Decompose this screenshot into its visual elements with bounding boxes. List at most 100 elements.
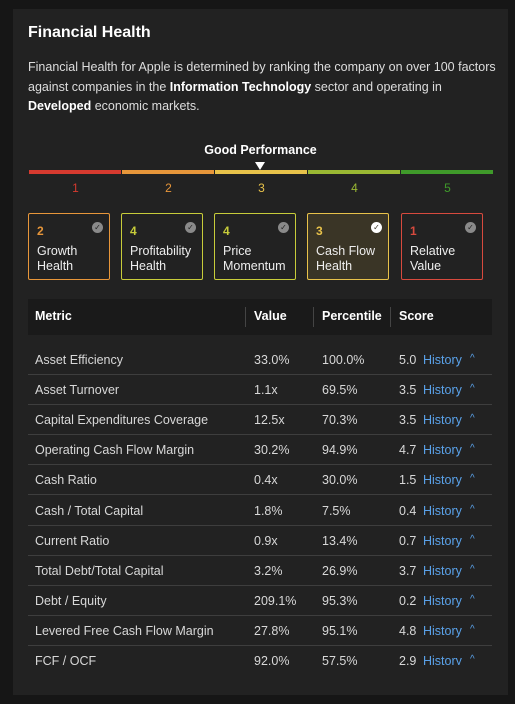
card-score: 4 [130,224,137,238]
metric-score: 3.5 [399,383,417,398]
metric-value: 30.2% [254,443,290,458]
metric-score: 3.5 [399,413,417,428]
metric-value: 0.4x [254,473,278,488]
header-score: Score [399,309,434,323]
performance-label: Good Performance [204,143,317,157]
metric-percentile: 70.3% [322,413,358,428]
chevron-up-icon[interactable]: ^ [470,504,475,515]
metric-value: 1.8% [254,503,283,518]
performance-marker-icon [255,162,265,170]
category-card[interactable]: 3 Cash Flow Health ✓ [307,213,389,280]
category-card[interactable]: 4 Profitability Health ✓ [121,213,203,280]
metric-value: 92.0% [254,654,290,665]
panel-title: Financial Health [28,24,151,41]
chevron-up-icon[interactable]: ^ [470,443,475,454]
history-link[interactable]: History [423,353,462,367]
performance-scale [29,170,494,174]
chevron-up-icon[interactable]: ^ [470,383,475,394]
metric-name: Asset Efficiency [35,353,124,367]
card-label: Growth Health [37,244,78,273]
chevron-up-icon[interactable]: ^ [470,353,475,364]
description: Financial Health for Apple is determined… [28,58,498,117]
metric-value: 27.8% [254,623,290,638]
metric-percentile: 94.9% [322,443,358,458]
history-link[interactable]: History [423,473,462,487]
history-link[interactable]: History [423,594,462,608]
chevron-up-icon[interactable]: ^ [470,654,475,665]
metric-name: Debt / Equity [35,593,107,608]
chevron-up-icon[interactable]: ^ [470,534,475,545]
card-score: 2 [37,224,44,238]
metric-value: 209.1% [254,593,297,608]
metric-name: Levered Free Cash Flow Margin [35,623,214,638]
financial-health-panel: Financial Health Financial Health for Ap… [13,9,508,695]
history-link[interactable]: History [423,413,462,427]
metric-percentile: 95.1% [322,623,358,638]
metric-percentile: 57.5% [322,654,358,665]
history-link[interactable]: History [423,534,462,548]
metric-score: 3.7 [399,563,417,578]
table-header: Metric Value Percentile Score [28,299,492,335]
check-icon[interactable]: ✓ [465,222,476,233]
metric-value: 33.0% [254,353,290,367]
chevron-up-icon[interactable]: ^ [470,624,475,635]
scale-segment-2 [122,170,214,174]
table-row: Operating Cash Flow Margin 30.2% 94.9% 4.7 H… [28,435,492,466]
scale-segment-4 [308,170,400,174]
table-row: Levered Free Cash Flow Margin 27.8% 95.1% 4… [28,616,492,646]
metric-name: FCF / OCF [35,654,97,665]
metric-value: 0.9x [254,533,278,548]
table-row: FCF / OCF 92.0% 57.5% 2.9 History ^ [28,646,492,665]
metric-percentile: 7.5% [322,503,351,518]
chevron-up-icon[interactable]: ^ [470,594,475,605]
metric-name: Current Ratio [35,533,110,548]
metric-score: 0.7 [399,533,417,548]
header-divider [390,307,391,327]
check-icon[interactable]: ✓ [185,222,196,233]
metric-name: Total Debt/Total Capital [35,563,164,578]
card-label: Cash Flow Health [316,244,376,273]
header-value: Value [254,309,287,323]
history-link[interactable]: History [423,624,462,638]
scale-segment-5 [401,170,493,174]
scale-number-5: 5 [444,181,451,195]
metric-percentile: 69.5% [322,383,358,398]
category-card[interactable]: 1 Relative Value ✓ [401,213,483,280]
check-icon[interactable]: ✓ [278,222,289,233]
check-icon[interactable]: ✓ [92,222,103,233]
card-label: Price Momentum [223,244,286,273]
card-score: 1 [410,224,417,238]
header-metric: Metric [35,309,72,323]
metric-score: 1.5 [399,473,417,488]
metric-percentile: 95.3% [322,593,358,608]
metric-percentile: 13.4% [322,533,358,548]
description-text-3: economic markets. [91,99,200,113]
table-row: Debt / Equity 209.1% 95.3% 0.2 History ^ [28,586,492,616]
metric-value: 12.5x [254,413,285,428]
category-card[interactable]: 4 Price Momentum ✓ [214,213,296,280]
metric-percentile: 30.0% [322,473,358,488]
metric-value: 3.2% [254,563,283,578]
history-link[interactable]: History [423,504,462,518]
history-link[interactable]: History [423,654,462,665]
category-card[interactable]: 2 Growth Health ✓ [28,213,110,280]
metric-name: Cash / Total Capital [35,503,144,518]
table-row: Cash / Total Capital 1.8% 7.5% 0.4 History ^ [28,496,492,526]
chevron-up-icon[interactable]: ^ [470,473,475,484]
history-link[interactable]: History [423,383,462,397]
history-link[interactable]: History [423,564,462,578]
scale-number-3: 3 [258,181,265,195]
header-percentile: Percentile [322,309,382,323]
scale-segment-1 [29,170,121,174]
sector-name: Information Technology [169,79,312,94]
table-row: Capital Expenditures Coverage 12.5x 70.3% 3… [28,405,492,436]
metric-percentile: 100.0% [322,353,365,367]
card-score: 3 [316,224,323,238]
header-divider [313,307,314,327]
card-label: Profitability Health [130,244,192,273]
chevron-up-icon[interactable]: ^ [470,564,475,575]
history-link[interactable]: History [423,443,462,457]
chevron-up-icon[interactable]: ^ [470,413,475,424]
check-icon[interactable]: ✓ [371,222,382,233]
card-label: Relative Value [410,244,456,273]
